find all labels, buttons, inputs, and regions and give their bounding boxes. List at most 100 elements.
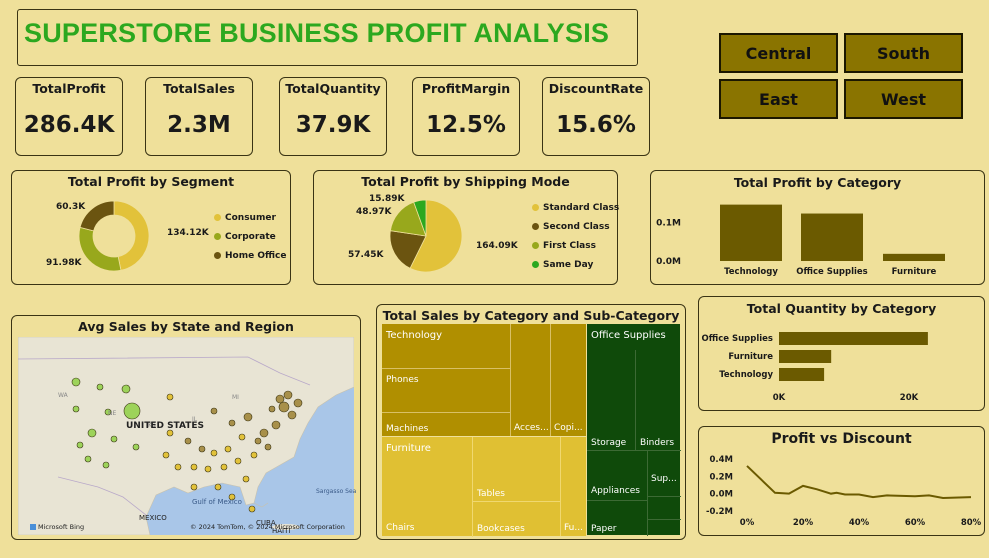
map-bubble[interactable] [250, 451, 258, 459]
x-tick-label: 60% [905, 518, 926, 528]
treemap-cell-label: Appliances [591, 486, 640, 496]
map-bubble[interactable] [72, 405, 80, 413]
map-bubble[interactable] [259, 428, 269, 438]
map-bubble[interactable] [132, 443, 140, 451]
segment-chart-title: Total Profit by Segment [67, 174, 235, 189]
treemap-group-furniture[interactable]: Furniture Chairs Tables Bookcases Fu... [382, 436, 587, 537]
bar-technology[interactable] [779, 368, 825, 381]
map-bubble[interactable] [275, 394, 285, 404]
map-bubble[interactable] [214, 483, 222, 491]
treemap-group-office-supplies[interactable]: Office Supplies Storage Binders Applianc… [587, 324, 681, 536]
bar-furniture[interactable] [883, 253, 945, 261]
shipping-chart-title: Total Profit by Shipping Mode [361, 174, 570, 189]
legend-dot [532, 261, 539, 268]
map-bubble[interactable] [220, 463, 228, 471]
treemap-divider [648, 519, 681, 520]
map-bubble[interactable] [102, 461, 110, 469]
treemap-area[interactable]: Technology Phones Machines Acces... Copi… [382, 324, 681, 537]
y-tick-label: 0.0M [709, 490, 733, 500]
region-button-south[interactable]: South [844, 33, 963, 73]
legend-dot [214, 214, 221, 221]
category-chart-panel[interactable]: Total Profit by Category 0.0M 0.1M Technol… [650, 170, 985, 285]
region-button-east[interactable]: East [719, 79, 838, 119]
map-bubble[interactable] [174, 463, 182, 471]
slice-consumer[interactable] [113, 200, 150, 271]
map-bubble[interactable] [271, 420, 281, 430]
map-bubble[interactable] [84, 455, 92, 463]
treemap-cell-storage[interactable]: Storage [587, 324, 635, 450]
us-map[interactable]: WAKSIL MI NE [18, 337, 354, 535]
map-bubble[interactable] [71, 377, 81, 387]
treemap-cell-label: Fu... [564, 523, 583, 533]
segment-chart-panel[interactable]: Total Profit by Segment 60.3K 134.12K 91… [11, 170, 291, 285]
shipping-data-label: 57.45K [348, 250, 384, 260]
map-bubble[interactable] [268, 405, 276, 413]
map-bubble[interactable] [210, 407, 218, 415]
discount-chart-panel[interactable]: Profit vs Discount 0.4M 0.2M 0.0M -0.2M 0% 20… [698, 426, 985, 536]
map-bubble[interactable] [243, 412, 253, 422]
map-bubble[interactable] [190, 483, 198, 491]
title-panel: SUPERSTORE BUSINESS PROFIT ANALYSIS [17, 9, 638, 66]
kpi-card-total-profit: TotalProfit 286.4K [15, 77, 123, 156]
bar-office-supplies[interactable] [779, 332, 928, 345]
map-bubble[interactable] [204, 465, 212, 473]
map-bubble[interactable] [166, 393, 174, 401]
map-bubble[interactable] [121, 384, 131, 394]
map-bubble[interactable] [110, 435, 118, 443]
treemap-cell-accessories[interactable]: Acces... [510, 324, 551, 436]
profit-line[interactable] [746, 465, 972, 500]
map-bubble[interactable] [224, 445, 232, 453]
map-bubble[interactable] [283, 390, 293, 400]
bar-furniture[interactable] [779, 350, 832, 363]
map-bubble[interactable] [234, 457, 242, 465]
region-button-central[interactable]: Central [719, 33, 838, 73]
region-button-west[interactable]: West [844, 79, 963, 119]
kpi-value: 2.3M [167, 112, 231, 138]
map-bubble[interactable] [87, 428, 97, 438]
shipping-chart-panel[interactable]: Total Profit by Shipping Mode 15.89K 48.… [313, 170, 619, 285]
treemap-cell-chairs[interactable]: Chairs [382, 437, 472, 536]
kpi-label: TotalQuantity [285, 81, 381, 96]
map-bubble[interactable] [242, 475, 250, 483]
map-bubble[interactable] [162, 451, 170, 459]
treemap-cell-tables[interactable]: Tables [472, 437, 561, 501]
map-bubble[interactable] [254, 437, 262, 445]
quantity-chart-panel[interactable]: Total Quantity by Category Office Suppli… [698, 296, 985, 411]
map-bubble[interactable] [278, 401, 290, 413]
treemap-cell-furnishings[interactable]: Fu... [560, 437, 587, 536]
legend-item-second-class: Second Class [532, 222, 610, 232]
map-bubble[interactable] [248, 505, 256, 513]
bar-office-supplies[interactable] [801, 213, 863, 261]
map-bubble[interactable] [238, 433, 246, 441]
treemap-group-technology[interactable]: Technology Phones Machines Acces... Copi… [382, 324, 586, 436]
map-bubble[interactable] [228, 419, 236, 427]
map-bubble[interactable] [96, 383, 104, 391]
treemap-cell-copiers[interactable]: Copi... [550, 324, 587, 436]
bar-technology[interactable] [720, 204, 782, 261]
map-bubble[interactable] [210, 449, 218, 457]
map-bubble[interactable] [264, 443, 272, 451]
x-tick-label: Furniture [892, 267, 937, 277]
treemap-cell-label: Acces... [514, 423, 549, 433]
shipping-data-label: 164.09K [476, 241, 518, 251]
treemap-cell-supplies[interactable]: Sup... [647, 450, 681, 536]
map-bubble[interactable] [123, 402, 141, 420]
y-tick-label: -0.2M [706, 507, 733, 517]
map-bubble[interactable] [198, 445, 206, 453]
map-bubble[interactable] [184, 437, 192, 445]
treemap-cell-machines[interactable]: Machines [382, 412, 510, 437]
kpi-card-total-quantity: TotalQuantity 37.9K [279, 77, 387, 156]
treemap-cell-appliances[interactable]: Appliances [587, 450, 647, 501]
slice-corporate[interactable] [78, 226, 122, 272]
map-panel[interactable]: Avg Sales by State and Region WA KS IL MI … [11, 315, 361, 540]
map-bubble[interactable] [293, 398, 303, 408]
x-tick-label: 0% [740, 518, 755, 528]
treemap-cell-paper[interactable]: Paper [587, 500, 647, 536]
map-bubble[interactable] [287, 410, 297, 420]
map-bubble[interactable] [76, 441, 84, 449]
treemap-panel[interactable]: Total Sales by Category and Sub-Category… [376, 304, 686, 540]
quantity-bar-chart: Office Supplies Furniture Technology 0K 20K [702, 332, 928, 403]
map-bubble[interactable] [190, 463, 198, 471]
treemap-cell-binders[interactable]: Binders [635, 350, 681, 450]
treemap-cell-bookcases[interactable]: Bookcases [472, 501, 561, 537]
